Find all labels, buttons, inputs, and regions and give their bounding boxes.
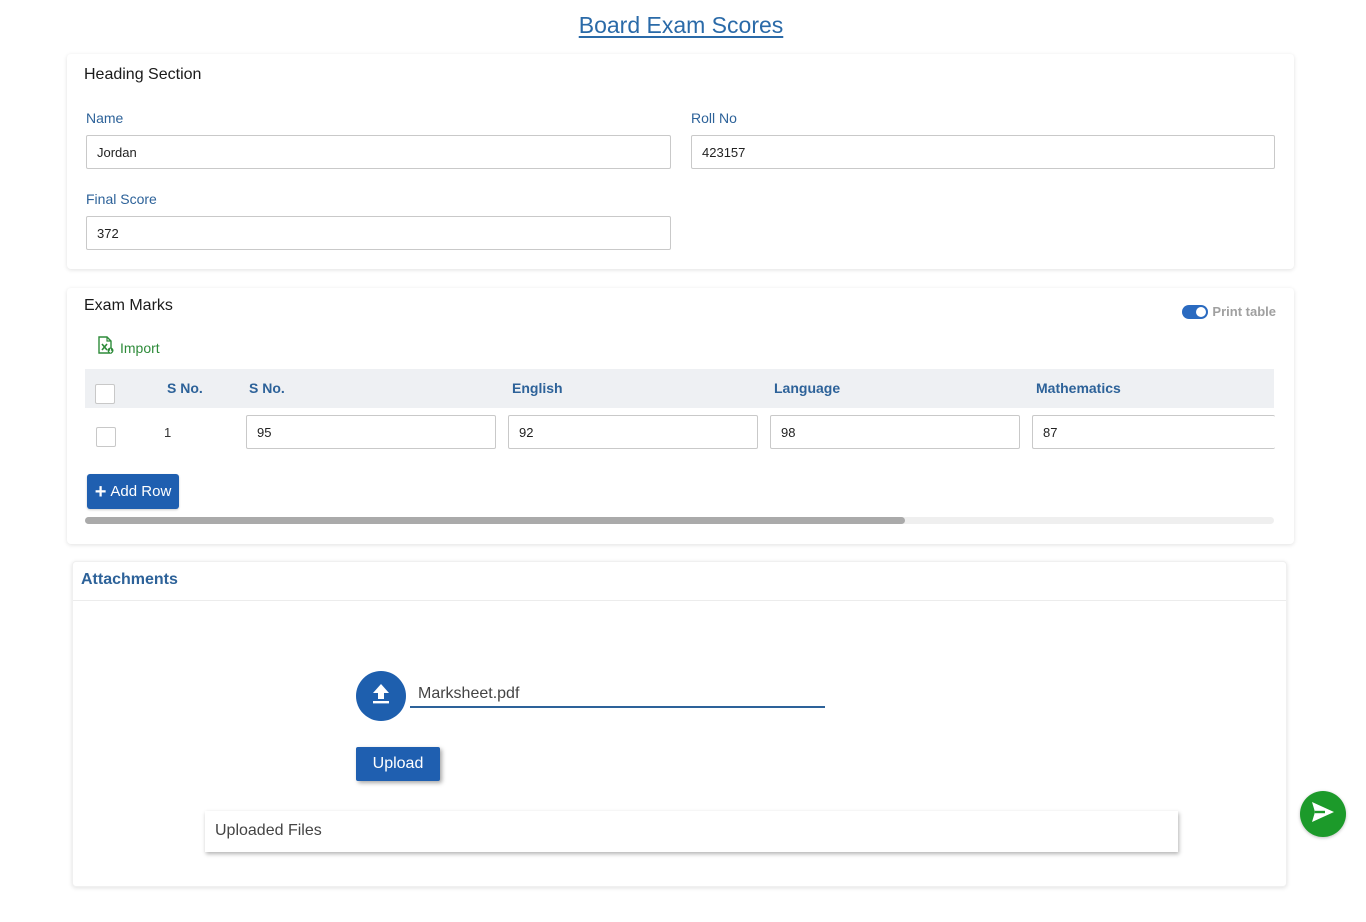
column-header: Mathematics: [1036, 380, 1121, 396]
mark-cell[interactable]: [508, 415, 758, 449]
heading-section-card: Heading Section Name Roll No Final Score: [67, 54, 1294, 269]
import-label: Import: [120, 339, 160, 356]
uploaded-files-panel: Uploaded Files: [205, 811, 1178, 852]
roll-no-field[interactable]: [691, 135, 1275, 169]
column-header: S No.: [167, 380, 203, 396]
page-title: Board Exam Scores: [578, 12, 784, 38]
choose-file-button[interactable]: [356, 671, 406, 721]
import-button[interactable]: Import: [97, 336, 160, 359]
upload-button[interactable]: Upload: [356, 747, 440, 781]
toggle-switch[interactable]: [1182, 304, 1209, 319]
row-checkbox[interactable]: [96, 427, 116, 447]
divider: [73, 600, 1286, 601]
exam-marks-card: Exam Marks Print table Import S No. S No…: [67, 288, 1294, 544]
column-header: Language: [774, 380, 841, 396]
print-table-label: Print table: [1212, 304, 1276, 319]
table-header-row: S No. S No. English Language Mathematics: [85, 369, 1274, 408]
final-score-label: Final Score: [86, 191, 157, 207]
column-header: S No.: [249, 380, 285, 396]
send-icon: [1310, 800, 1336, 829]
name-label: Name: [86, 110, 124, 126]
file-name-field[interactable]: Marksheet.pdf: [410, 682, 825, 708]
add-row-button[interactable]: + Add Row: [87, 474, 179, 509]
horizontal-scrollbar[interactable]: [85, 517, 1274, 524]
mark-cell[interactable]: [1032, 415, 1275, 449]
row-number: 1: [164, 425, 172, 440]
roll-no-label: Roll No: [691, 110, 737, 126]
submit-button[interactable]: [1300, 791, 1346, 837]
scrollbar-thumb[interactable]: [85, 517, 906, 524]
upload-arrow-icon: [370, 682, 392, 711]
add-row-label: Add Row: [110, 483, 172, 500]
excel-import-icon: [97, 336, 114, 359]
print-table-toggle[interactable]: Print table: [1182, 304, 1276, 319]
heading-section-title: Heading Section: [84, 66, 202, 83]
name-field[interactable]: [86, 135, 671, 169]
final-score-field[interactable]: [86, 216, 671, 250]
select-all-checkbox[interactable]: [95, 384, 115, 404]
plus-icon: +: [94, 480, 107, 503]
mark-cell[interactable]: [246, 415, 496, 449]
attachments-card: Attachments Marksheet.pdf Upload Uploade…: [72, 561, 1287, 887]
mark-cell[interactable]: [770, 415, 1020, 449]
exam-marks-title: Exam Marks: [84, 297, 173, 314]
attachments-title: Attachments: [81, 571, 178, 588]
column-header: English: [512, 380, 563, 396]
